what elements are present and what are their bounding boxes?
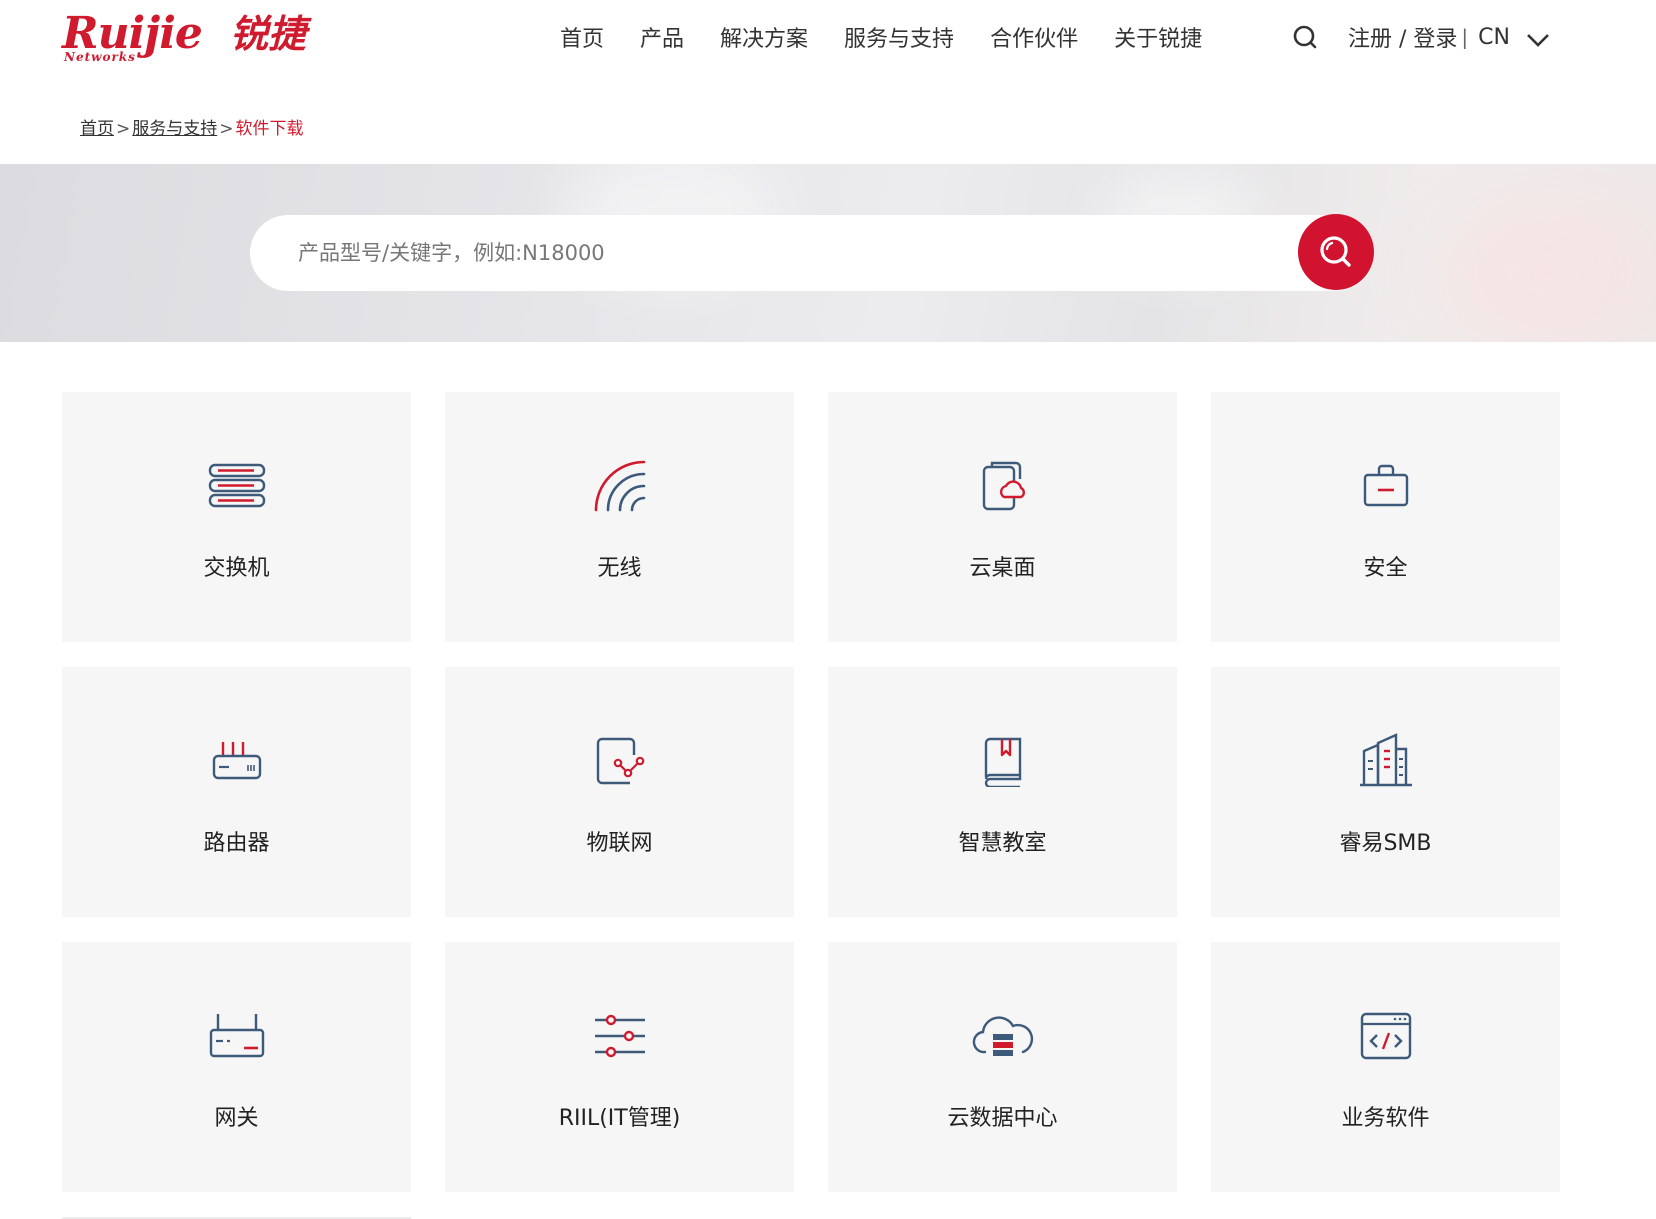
category-card-smart-classroom[interactable]: 智慧教室 [828, 667, 1177, 917]
switch-icon [205, 454, 269, 518]
gateway-icon [205, 1004, 269, 1068]
breadcrumb-separator: > [219, 119, 234, 139]
banner-glow [1440, 204, 1656, 342]
cloud-datacenter-icon [971, 1004, 1035, 1068]
nav-item-products[interactable]: 产品 [640, 21, 684, 53]
nav-item-partners[interactable]: 合作伙伴 [990, 21, 1078, 53]
cloud-desktop-icon [971, 454, 1035, 518]
nav-item-solutions[interactable]: 解决方案 [720, 21, 808, 53]
category-label: 业务软件 [1341, 1106, 1430, 1131]
category-label: 无线 [597, 556, 642, 581]
nav-item-about[interactable]: 关于锐捷 [1114, 21, 1202, 53]
category-label: 网关 [214, 1106, 259, 1131]
logo-brand-cn-text: 锐捷 [230, 12, 307, 56]
category-label: 路由器 [203, 831, 270, 856]
category-card-cloud-desktop[interactable]: 云桌面 [828, 392, 1177, 642]
category-card-security[interactable]: 安全 [1211, 392, 1560, 642]
category-card-riil[interactable]: RIIL(IT管理) [445, 942, 794, 1192]
search-icon [1320, 236, 1351, 267]
wireless-icon [588, 454, 652, 518]
category-label: 物联网 [586, 831, 653, 856]
language-selector[interactable]: CN [1478, 25, 1550, 50]
login-register-link[interactable]: 注册 / 登录 [1348, 21, 1457, 53]
header-search-icon[interactable] [1290, 22, 1320, 52]
category-card-switch[interactable]: 交换机 [62, 392, 411, 642]
category-card-iot[interactable]: 物联网 [445, 667, 794, 917]
search-input[interactable] [298, 215, 1258, 291]
category-label: 睿易SMB [1339, 831, 1432, 856]
breadcrumb: 首页 > 服务与支持 > 软件下载 [80, 114, 304, 139]
smb-building-icon [1354, 729, 1418, 793]
site-header: Ruijie 锐捷 Networks 首页 产品 解决方案 服务与支持 合作伙伴… [0, 0, 1656, 78]
security-icon [1354, 454, 1418, 518]
breadcrumb-separator: > [116, 119, 131, 139]
category-label: 交换机 [203, 556, 270, 581]
category-card-gateway[interactable]: 网关 [62, 942, 411, 1192]
category-label: 云桌面 [969, 556, 1036, 581]
header-actions: 注册 / 登录 | CN [1290, 14, 1550, 60]
nav-item-home[interactable]: 首页 [560, 21, 604, 53]
smart-classroom-icon [971, 729, 1035, 793]
iot-icon [588, 729, 652, 793]
search-box [250, 215, 1374, 291]
category-card-business-software[interactable]: 业务软件 [1211, 942, 1560, 1192]
chevron-down-icon [1526, 29, 1550, 47]
header-separator: | [1461, 25, 1469, 49]
category-card-router[interactable]: 路由器 [62, 667, 411, 917]
breadcrumb-current: 软件下载 [235, 119, 304, 139]
breadcrumb-home[interactable]: 首页 [80, 119, 114, 139]
search-submit-button[interactable] [1298, 214, 1374, 290]
ruijie-logo[interactable]: Ruijie 锐捷 Networks [62, 8, 337, 64]
category-label: 智慧教室 [958, 831, 1047, 856]
category-card-smb[interactable]: 睿易SMB [1211, 667, 1560, 917]
nav-item-service-support[interactable]: 服务与支持 [844, 21, 954, 53]
router-icon [205, 729, 269, 793]
sliders-icon [588, 1004, 652, 1068]
logo-sub-text: Networks [64, 50, 136, 64]
category-card-cloud-datacenter[interactable]: 云数据中心 [828, 942, 1177, 1192]
language-label: CN [1478, 24, 1510, 50]
category-label: 云数据中心 [947, 1106, 1058, 1131]
category-label: RIIL(IT管理) [558, 1106, 681, 1131]
breadcrumb-service[interactable]: 服务与支持 [132, 119, 217, 139]
main-nav: 首页 产品 解决方案 服务与支持 合作伙伴 关于锐捷 [560, 14, 1202, 60]
category-label: 安全 [1363, 556, 1408, 581]
code-window-icon [1354, 1004, 1418, 1068]
category-card-wireless[interactable]: 无线 [445, 392, 794, 642]
